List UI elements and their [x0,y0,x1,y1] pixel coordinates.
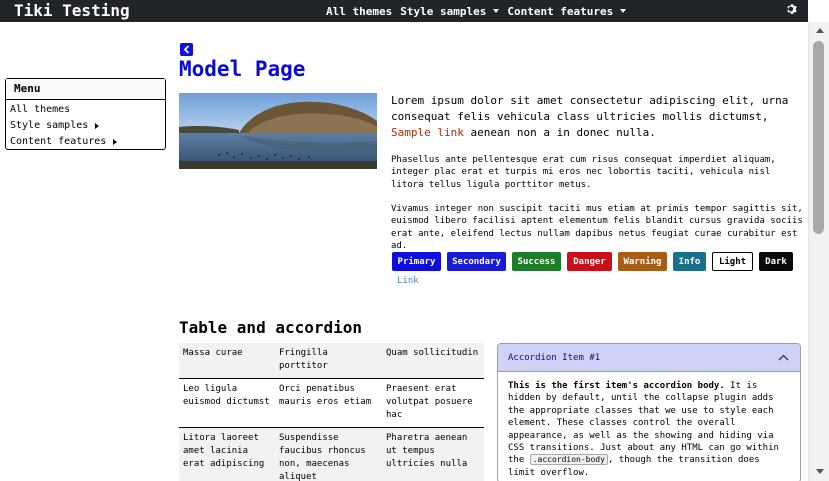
table-header: Fringilla porttitor [279,348,328,371]
accordion-body-text: It is hidden by default, until the colla… [508,381,779,466]
table-row: Leo ligula euismod dictumst Orci penatib… [179,379,484,428]
site-brand[interactable]: Tiki Testing [14,0,130,22]
chevron-down-icon [620,9,627,13]
link-button[interactable]: Link [397,276,419,286]
lead-paragraph: Lorem ipsum dolor sit amet consectetur a… [391,93,803,141]
accordion: Accordion Item #1 This is the first item… [497,343,801,481]
table-header: Quam sollicitudin [386,348,479,358]
secondary-button[interactable]: Secondary [447,252,506,271]
table-cell: Litora laoreet amet lacinia erat adipisc… [183,433,265,469]
topnav-label: All themes [326,4,393,18]
top-nav: All themes Style samples Content feature… [326,0,634,22]
success-button[interactable]: Success [512,252,561,271]
button-row: Primary Secondary Success Danger Warning… [392,252,799,271]
topnav-style-samples[interactable]: Style samples [400,4,500,18]
topnav-label: Style samples [400,4,487,18]
accordion-body: This is the first item's accordion body.… [498,372,800,481]
table-cell: Praesent erat volutpat posuere hac [386,384,473,420]
info-button[interactable]: Info [673,252,706,271]
lake-photo [179,93,377,169]
table-row: Litora laoreet amet lacinia erat adipisc… [179,427,484,481]
chevron-right-icon [113,139,118,145]
menu-item-label: Content features [10,136,107,147]
chevron-down-icon [493,9,500,13]
table-cell: Pharetra aenean ut tempus ultricies null… [386,433,468,469]
table-header: Massa curae [183,348,243,358]
topnav-label: Content features [507,4,614,18]
section-title: Table and accordion [179,318,363,337]
table-cell: Suspendisse faucibus rhoncus non, maecen… [279,433,366,481]
body-paragraph-2: Vivamus integer non suscipit taciti mus … [391,204,803,252]
table-cell: Orci penatibus mauris eros etiam [279,384,372,407]
page-scrollbar[interactable] [808,22,829,481]
side-menu: Menu All themes Style samples Content fe… [5,78,166,150]
menu-item-style-samples[interactable]: Style samples [10,118,165,134]
topnav-content-features[interactable]: Content features [507,4,627,18]
light-button[interactable]: Light [712,252,753,271]
menu-title: Menu [6,79,165,100]
accordion-header[interactable]: Accordion Item #1 [498,344,800,372]
menu-item-label: All themes [10,104,71,115]
menu-item-content-features[interactable]: Content features [10,134,165,150]
scrollbar-thumb[interactable] [813,41,824,234]
menu-item-all-themes[interactable]: All themes [10,102,165,118]
lead-text-end: aenean non a in donec nulla. [463,126,656,139]
chevron-up-icon [778,354,789,361]
topnav-all-themes[interactable]: All themes [326,5,392,18]
table-header-row: Massa curae Fringilla porttitor Quam sol… [179,343,484,379]
warning-button[interactable]: Warning [618,252,667,271]
sample-link[interactable]: Sample link [391,126,464,139]
danger-button[interactable]: Danger [567,252,612,271]
accordion-body-strong: This is the first item's accordion body. [508,381,725,391]
page-title: Model Page [179,57,306,81]
accordion-title: Accordion Item #1 [508,352,601,363]
scroll-up-icon[interactable] [816,28,824,33]
chevron-right-icon [95,123,100,129]
gear-icon[interactable] [786,3,798,15]
menu-item-label: Style samples [10,120,89,131]
chevron-left-icon [183,45,190,54]
accordion-code: .accordion-body [529,454,608,466]
primary-button[interactable]: Primary [392,252,441,271]
lead-text: Lorem ipsum dolor sit amet consectetur a… [391,94,789,123]
dark-button[interactable]: Dark [759,252,793,271]
data-table: Massa curae Fringilla porttitor Quam sol… [179,343,484,481]
table-cell: Leo ligula euismod dictumst [183,384,270,407]
top-navbar: Tiki Testing All themes Style samples Co… [0,0,808,22]
scroll-down-icon[interactable] [816,469,824,474]
body-paragraph-1: Phasellus ante pellentesque erat cum ris… [391,155,776,190]
back-button[interactable] [180,43,193,56]
